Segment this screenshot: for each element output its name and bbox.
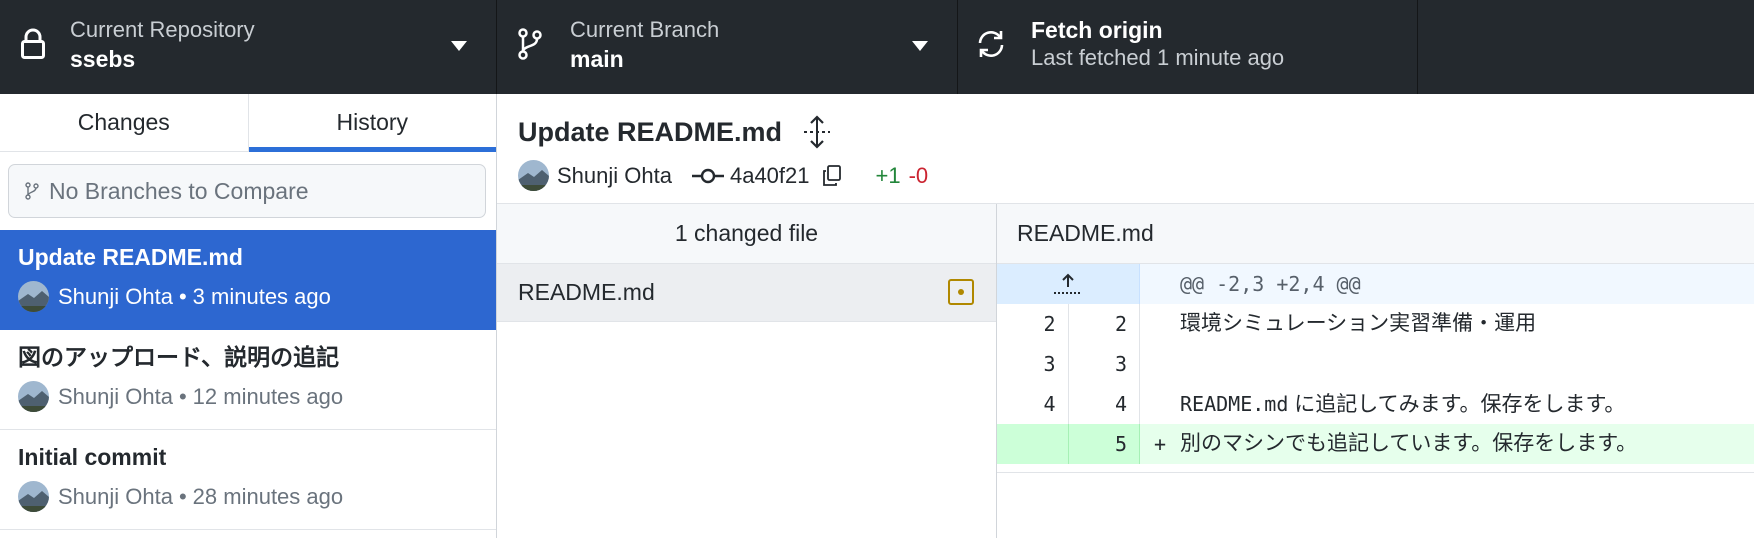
diff-line-text: に追記してみます。保存をします。 [1288,393,1626,416]
avatar [18,481,49,512]
avatar [18,381,49,412]
diff-divider [997,472,1754,473]
branch-label: Current Branch [570,17,720,42]
compare-branch-button[interactable]: No Branches to Compare [8,164,486,218]
branch-selector[interactable]: Current Branch main [497,0,958,94]
meta-separator: • [178,483,187,509]
diff-hunk-header: @@ -2,3 +2,4 @@ [997,264,1754,304]
meta-separator: • [178,283,187,309]
commit-title: Initial commit [18,444,167,470]
hunk-header-text: @@ -2,3 +2,4 @@ [1180,272,1361,296]
diff-line-text: 環境シミュレーション実習準備・運用 [1180,312,1537,335]
git-branch-icon [25,182,39,200]
sync-icon [974,24,1008,64]
commit-title: 図のアップロード、説明の追記 [18,344,340,370]
commit-list-item[interactable]: 図のアップロード、説明の追記 Shunji Ohta • 12 minutes … [0,330,496,430]
diff-inline-code: README.md [1180,392,1289,416]
old-line-number [997,424,1068,464]
commit-list: Update README.md Shunji Ohta • 3 minutes… [0,230,496,530]
commit-time: 12 minutes ago [192,383,344,409]
toolbar: Current Repository ssebs Current Branch … [0,0,1754,94]
branch-name: main [570,46,624,72]
diff-marker [1140,384,1180,424]
new-line-number: 2 [1067,304,1140,344]
new-line-number: 5 [1067,424,1140,464]
avatar [518,160,549,191]
tab-changes[interactable]: Changes [0,94,248,151]
sidebar: Changes History No Branches to Compare U… [0,94,497,538]
lines-added: +1 [875,162,901,188]
fetch-status: Last fetched 1 minute ago [1031,45,1285,70]
diff-line: 2 2 環境シミュレーション実習準備・運用 [997,304,1754,344]
sidebar-tabs: Changes History [0,94,496,152]
diff-file-name: README.md [997,204,1754,264]
copy-icon[interactable] [822,164,842,187]
commit-author: Shunji Ohta [58,283,173,309]
diff-line: 3 3 [997,344,1754,384]
commit-title: Update README.md [18,244,243,270]
expand-arrows-icon[interactable] [800,115,834,149]
repository-label: Current Repository [70,17,255,42]
git-branch-icon [513,24,547,64]
lines-removed: -0 [908,162,929,188]
commit-summary-header: Update README.md Shunji Ohta 4a40f21 +1 … [497,94,1754,204]
file-modified-icon [948,279,974,305]
fetch-origin-button[interactable]: Fetch origin Last fetched 1 minute ago [958,0,1418,94]
old-line-number: 2 [1043,312,1056,336]
commit-author: Shunji Ohta [58,483,173,509]
tab-history[interactable]: History [247,94,497,152]
commit-sha: 4a40f21 [729,162,810,188]
commit-list-item[interactable]: Initial commit Shunji Ohta • 28 minutes … [0,430,496,530]
lock-icon [16,24,50,64]
new-line-number: 4 [1067,384,1140,424]
triangle-down-icon [910,36,930,56]
diff-line-added: 5 + 別のマシンでも追記しています。保存をします。 [997,424,1754,464]
commit-detail-view: Update README.md Shunji Ohta 4a40f21 +1 … [497,94,1754,538]
compare-placeholder: No Branches to Compare [49,177,309,204]
commit-time: 28 minutes ago [192,483,344,509]
changed-files-pane: 1 changed file README.md [497,204,997,538]
triangle-down-icon [449,36,469,56]
expand-up-icon[interactable] [1053,272,1083,296]
file-name: README.md [518,279,655,305]
changed-file-item[interactable]: README.md [497,264,996,322]
git-commit-icon [691,168,724,184]
diff-marker [1140,304,1180,344]
fetch-title: Fetch origin [1031,17,1163,43]
diff-view: README.md @@ -2,3 +2,4 @@ 2 2 環境シミュレーション… [997,204,1754,538]
commit-summary-title: Update README.md [518,116,783,147]
old-line-number: 4 [1043,392,1056,416]
new-line-number: 3 [1067,344,1140,384]
diff-line-text: 別のマシンでも追記しています。保存をします。 [1180,432,1638,455]
diff-marker: + [1153,432,1167,456]
commit-time: 3 minutes ago [192,283,331,309]
commit-author: Shunji Ohta [58,383,173,409]
meta-separator: • [178,383,187,409]
diff-marker [1140,344,1180,384]
avatar [18,281,49,312]
commit-author: Shunji Ohta [557,162,672,188]
commit-list-item[interactable]: Update README.md Shunji Ohta • 3 minutes… [0,230,496,330]
diff-line: 4 4 README.md に追記してみます。保存をします。 [997,384,1754,424]
repository-selector[interactable]: Current Repository ssebs [0,0,497,94]
old-line-number: 3 [1043,352,1056,376]
changed-files-count: 1 changed file [497,204,996,264]
repository-name: ssebs [70,46,136,72]
